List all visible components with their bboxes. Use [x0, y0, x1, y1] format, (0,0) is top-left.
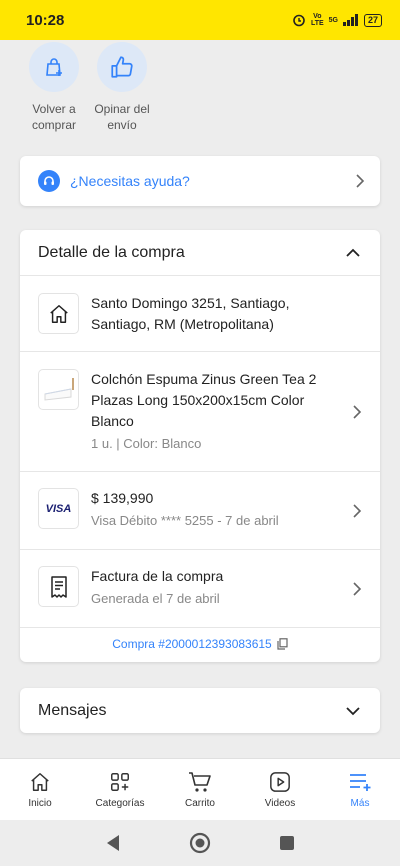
invoice-row[interactable]: Factura de la compra Generada el 7 de ab…	[20, 550, 380, 628]
headset-icon	[38, 170, 60, 192]
review-shipping-action[interactable]: Opinar del envío	[92, 40, 152, 136]
purchase-detail-card: Detalle de la compra Santo Domingo 3251,…	[20, 230, 380, 662]
volte-indicator: Vo LTE	[310, 13, 324, 27]
status-icons: Vo LTE 5G 27	[292, 13, 382, 27]
order-detail-scroll[interactable]: Volver a comprar Opinar del envío ¿Neces…	[0, 40, 400, 758]
chevron-right-icon	[353, 582, 362, 596]
help-label: ¿Necesitas ayuda?	[70, 173, 190, 189]
recents-icon[interactable]	[279, 835, 295, 851]
order-number: Compra #2000012393083615	[112, 637, 272, 651]
address-thumb	[38, 293, 79, 334]
copy-icon[interactable]	[277, 638, 288, 650]
purchase-detail-header[interactable]: Detalle de la compra	[20, 230, 380, 276]
cart-icon	[189, 771, 211, 792]
nav-categorias[interactable]: Categorías	[80, 759, 160, 820]
receipt-icon	[50, 575, 67, 598]
nav-mas[interactable]: Más	[320, 759, 400, 820]
nav-carrito[interactable]: Carrito	[160, 759, 240, 820]
chevron-down-icon	[346, 706, 360, 715]
invoice-title: Factura de la compra	[91, 568, 224, 584]
chevron-up-icon	[346, 248, 360, 257]
nav-label: Videos	[264, 797, 296, 809]
invoice-thumb	[38, 566, 79, 607]
bottom-nav: Inicio Categorías Carrito Videos Más	[0, 758, 400, 820]
shipping-address-row: Santo Domingo 3251, Santiago, Santiago, …	[20, 276, 380, 352]
help-card[interactable]: ¿Necesitas ayuda?	[20, 156, 380, 206]
review-shipping-label: Opinar del envío	[94, 102, 150, 132]
nav-label: Categorías	[95, 797, 145, 809]
categories-icon	[111, 772, 129, 791]
system-nav-bar	[0, 820, 400, 866]
nav-label: Inicio	[28, 797, 52, 809]
menu-plus-icon	[350, 773, 371, 791]
messages-card[interactable]: Mensajes	[20, 688, 380, 733]
alarm-icon	[293, 14, 305, 27]
payment-amount: $ 139,990	[91, 490, 154, 506]
payment-row[interactable]: VISA $ 139,990 Visa Débito **** 5255 - 7…	[20, 472, 380, 550]
chevron-right-icon	[353, 405, 362, 419]
video-icon	[270, 771, 290, 792]
battery-indicator: 27	[363, 13, 382, 27]
order-number-row[interactable]: Compra #2000012393083615	[20, 628, 380, 660]
rebuy-label: Volver a comprar	[31, 102, 76, 132]
payment-method: Visa Débito **** 5255 - 7 de abril	[91, 513, 279, 528]
nav-label: Más	[350, 797, 370, 809]
shipping-address: Santo Domingo 3251, Santiago, Santiago, …	[91, 295, 290, 332]
chevron-right-icon	[356, 174, 365, 188]
nav-label: Carrito	[184, 797, 215, 809]
thumbs-up-icon	[97, 42, 147, 92]
messages-title: Mensajes	[38, 701, 107, 719]
back-icon[interactable]	[105, 834, 121, 852]
nav-inicio[interactable]: Inicio	[0, 759, 80, 820]
product-row[interactable]: Colchón Espuma Zinus Green Tea 2 Plazas …	[20, 352, 380, 472]
chevron-right-icon	[353, 504, 362, 518]
quick-actions: Volver a comprar Opinar del envío	[0, 40, 400, 136]
mattress-image	[38, 369, 79, 410]
product-variant: 1 u. | Color: Blanco	[91, 436, 202, 451]
signal-icon	[342, 14, 358, 26]
home-icon	[49, 304, 68, 323]
status-time: 10:28	[26, 11, 65, 29]
invoice-date: Generada el 7 de abril	[91, 591, 220, 606]
purchase-detail-title: Detalle de la compra	[38, 243, 185, 261]
nav-videos[interactable]: Videos	[240, 759, 320, 820]
visa-logo: VISA	[38, 488, 79, 529]
home-circle-icon[interactable]	[189, 832, 211, 854]
status-bar: 10:28 Vo LTE 5G 27	[0, 0, 400, 40]
product-title: Colchón Espuma Zinus Green Tea 2 Plazas …	[91, 371, 317, 429]
network-type: 5G	[328, 16, 338, 24]
home-icon	[31, 772, 49, 791]
bag-add-icon	[29, 42, 79, 92]
rebuy-action[interactable]: Volver a comprar	[24, 40, 84, 136]
